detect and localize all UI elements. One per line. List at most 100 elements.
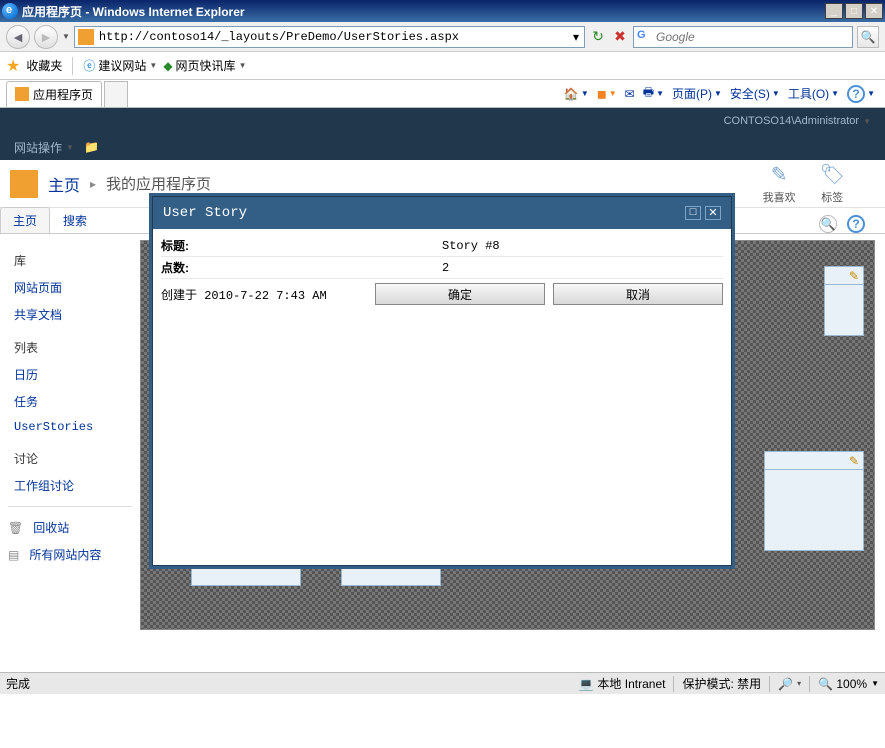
title-value: Story #8 — [442, 239, 723, 253]
story-card[interactable]: ✎ — [824, 266, 864, 336]
dialog-maximize-button[interactable]: □ — [685, 206, 701, 220]
edit-icon: ✎ — [849, 454, 859, 467]
address-bar[interactable]: ▾ — [74, 26, 585, 48]
quick-launch: 库 网站页面 共享文档 列表 日历 任务 UserStories 讨论 工作组讨… — [0, 234, 140, 748]
zoom-button[interactable]: 🔍 100% — [818, 677, 867, 691]
nav-recycle-bin[interactable]: 🗑 回收站 — [8, 517, 132, 538]
tags-button[interactable]: 🏷 标签 — [820, 162, 845, 205]
mail-button[interactable]: ✉ — [625, 87, 635, 101]
nav-tasks[interactable]: 任务 — [8, 391, 132, 412]
tools-menu[interactable]: 工具(O)▼ — [788, 85, 839, 102]
content-icon: ▤ — [8, 548, 19, 562]
stop-button[interactable]: ✖ — [611, 28, 629, 46]
zoom-dropdown[interactable]: ▼ — [871, 679, 879, 688]
help-menu[interactable]: ?▼ — [847, 85, 875, 103]
search-input[interactable] — [656, 30, 852, 44]
site-favicon — [78, 29, 94, 45]
forward-button[interactable]: ► — [34, 25, 58, 49]
tab-home[interactable]: 主页 — [0, 207, 50, 233]
created-info: 创建于 2010-7-22 7:43 AM — [161, 286, 327, 303]
favorites-label[interactable]: 收藏夹 — [26, 57, 62, 74]
home-link[interactable]: 主页 — [48, 172, 80, 196]
internet-zone-icon: 💻 — [578, 677, 593, 691]
breadcrumb-separator: ▸ — [90, 177, 96, 191]
like-icon: ✎ — [771, 162, 788, 187]
refresh-button[interactable]: ↻ — [589, 28, 607, 46]
window-titlebar: 应用程序页 - Windows Internet Explorer _ □ ✕ — [0, 0, 885, 22]
dialog-body: 标题: Story #8 点数: 2 创建于 2010-7-22 7:43 AM… — [153, 229, 731, 311]
site-logo[interactable] — [10, 170, 38, 198]
nav-discussions[interactable]: 讨论 — [8, 448, 132, 469]
username-label: CONTOSO14\Administrator — [724, 115, 860, 127]
dialog-titlebar[interactable]: User Story □ ✕ — [153, 197, 731, 229]
ok-button[interactable]: 确定 — [375, 283, 545, 305]
like-label: 我喜欢 — [763, 189, 796, 205]
nav-userstories[interactable]: UserStories — [8, 418, 132, 436]
nav-site-pages[interactable]: 网站页面 — [8, 277, 132, 298]
ie-icon — [2, 3, 18, 19]
minimize-button[interactable]: _ — [825, 3, 843, 19]
ie-small-icon: ⓔ — [83, 57, 95, 74]
google-icon: G — [637, 29, 653, 45]
nav-team-discussion[interactable]: 工作组讨论 — [8, 475, 132, 496]
dialog-footer: 创建于 2010-7-22 7:43 AM 确定 取消 — [161, 283, 723, 305]
dialog-title: User Story — [163, 205, 247, 221]
field-row-points: 点数: 2 — [161, 257, 723, 279]
tags-label: 标签 — [821, 189, 843, 205]
search-button[interactable]: 🔍 — [857, 26, 879, 48]
title-label: 标题: — [161, 237, 442, 254]
close-button[interactable]: ✕ — [865, 3, 883, 19]
sp-ribbon: CONTOSO14\Administrator ▼ — [0, 108, 885, 134]
story-card[interactable]: ✎ — [764, 451, 864, 551]
search-box[interactable]: G — [633, 26, 853, 48]
breadcrumb-current: 我的应用程序页 — [106, 173, 211, 194]
nav-all-content[interactable]: ▤ 所有网站内容 — [8, 544, 132, 565]
nav-shared-docs[interactable]: 共享文档 — [8, 304, 132, 325]
user-story-dialog: User Story □ ✕ 标题: Story #8 点数: 2 创建于 20… — [152, 196, 732, 566]
tab-title: 应用程序页 — [33, 86, 93, 103]
safety-menu[interactable]: 安全(S)▼ — [730, 85, 780, 102]
maximize-button[interactable]: □ — [845, 3, 863, 19]
nav-calendar[interactable]: 日历 — [8, 364, 132, 385]
suggested-sites-link[interactable]: ⓔ 建议网站 ▼ — [83, 57, 157, 74]
url-input[interactable] — [97, 30, 568, 44]
tags-icon: 🏷 — [820, 162, 845, 187]
edit-icon: ✎ — [849, 269, 859, 282]
navigate-up-icon[interactable]: 📁 — [84, 140, 99, 154]
home-button[interactable]: 🏠▼ — [564, 87, 589, 101]
recycle-icon: 🗑 — [8, 521, 23, 535]
site-actions-menu[interactable]: 网站操作 ▼ — [14, 139, 74, 156]
url-dropdown[interactable]: ▾ — [568, 30, 584, 44]
cancel-button[interactable]: 取消 — [553, 283, 723, 305]
help-icon[interactable]: ? — [847, 215, 865, 233]
nav-libraries[interactable]: 库 — [8, 250, 132, 271]
favorites-star-icon[interactable]: ★ — [6, 56, 20, 76]
web-slice-link[interactable]: ◆ 网页快讯库 ▼ — [163, 57, 246, 74]
tab-search[interactable]: 搜索 — [50, 207, 100, 233]
field-row-title: 标题: Story #8 — [161, 235, 723, 257]
web-slice-label: 网页快讯库 — [176, 57, 236, 74]
tab-favicon — [15, 87, 29, 101]
tab-bar: 应用程序页 🏠▼ ◼▼ ✉ 🖶▼ 页面(P)▼ 安全(S)▼ 工具(O)▼ ?▼ — [0, 80, 885, 108]
search-icon[interactable]: 🔍 — [819, 215, 837, 233]
user-menu[interactable]: CONTOSO14\Administrator ▼ — [724, 115, 871, 127]
sp-site-actions-bar: 网站操作 ▼ 📁 — [0, 134, 885, 160]
new-tab-button[interactable] — [104, 81, 128, 107]
history-dropdown[interactable]: ▼ — [62, 32, 70, 41]
page-menu[interactable]: 页面(P)▼ — [672, 85, 722, 102]
nav-toolbar: ◄ ► ▼ ▾ ↻ ✖ G 🔍 — [0, 22, 885, 52]
favorites-bar: ★ 收藏夹 ⓔ 建议网站 ▼ ◆ 网页快讯库 ▼ — [0, 52, 885, 80]
back-button[interactable]: ◄ — [6, 25, 30, 49]
points-value: 2 — [442, 261, 723, 275]
page-tab[interactable]: 应用程序页 — [6, 81, 102, 107]
separator — [72, 57, 73, 75]
like-button[interactable]: ✎ 我喜欢 — [763, 162, 796, 205]
print-button[interactable]: 🖶▼ — [643, 83, 664, 104]
slice-icon: ◆ — [163, 59, 172, 73]
feeds-button[interactable]: ◼▼ — [597, 87, 617, 101]
zone-label: 本地 Intranet — [597, 675, 665, 692]
points-label: 点数: — [161, 259, 442, 276]
zoom-out-icon[interactable]: 🔎 — [778, 677, 793, 691]
dialog-close-button[interactable]: ✕ — [705, 206, 721, 220]
nav-lists[interactable]: 列表 — [8, 337, 132, 358]
